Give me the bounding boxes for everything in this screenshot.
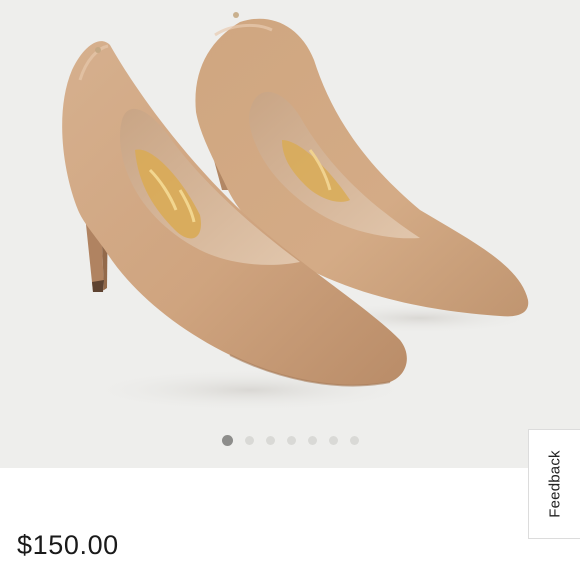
feedback-tab[interactable]: Feedback <box>528 429 580 539</box>
product-image-gallery[interactable] <box>0 0 580 468</box>
gallery-dot-6[interactable] <box>328 435 338 445</box>
gallery-dot-5[interactable] <box>307 435 317 445</box>
product-price: $150.00 <box>17 530 119 560</box>
product-image <box>62 12 540 412</box>
gallery-dot-7[interactable] <box>349 435 359 445</box>
gallery-dot-3[interactable] <box>265 435 275 445</box>
gallery-dot-2[interactable] <box>244 435 254 445</box>
gallery-dot-1[interactable] <box>221 434 233 446</box>
gallery-pagination <box>0 434 580 446</box>
feedback-label: Feedback <box>546 450 563 518</box>
gallery-dot-4[interactable] <box>286 435 296 445</box>
